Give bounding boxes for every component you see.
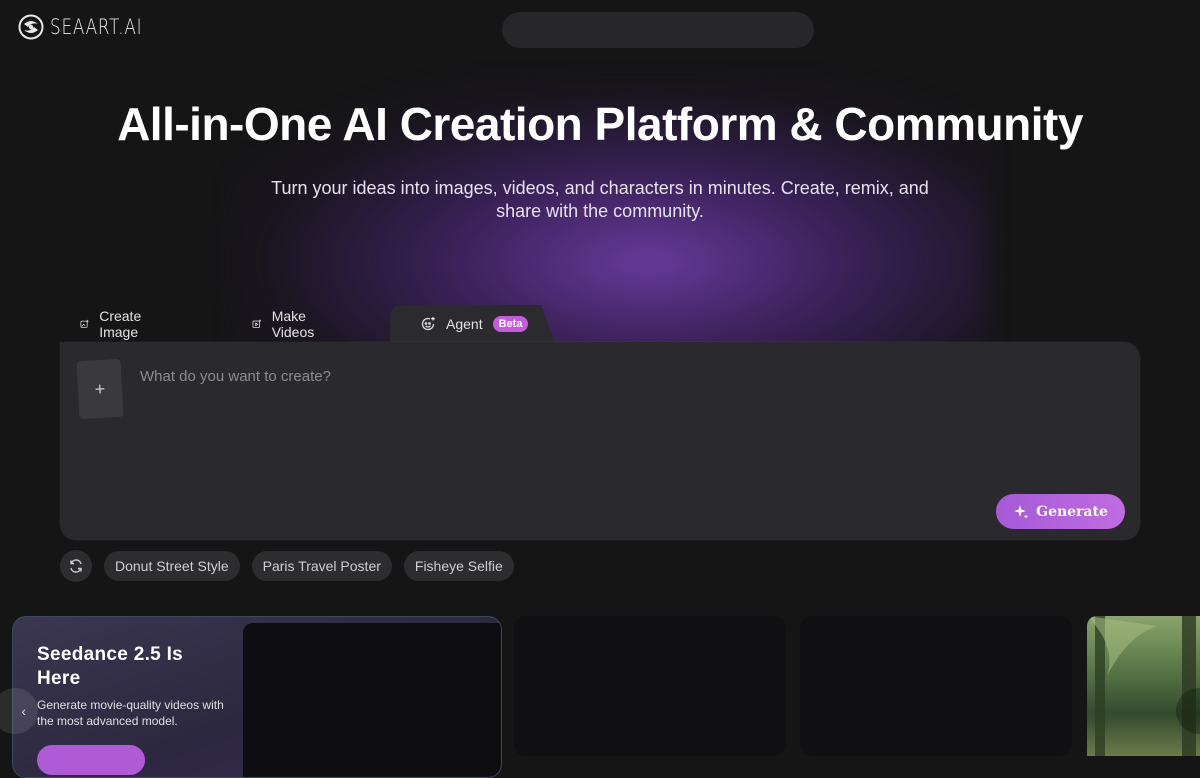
tab-create-image-label: Create Image xyxy=(99,307,142,340)
upload-reference-button[interactable]: + xyxy=(76,358,124,420)
refresh-suggestions-button[interactable] xyxy=(60,550,92,582)
image-plus-icon xyxy=(80,319,89,328)
generate-button[interactable]: Generate xyxy=(996,494,1125,529)
tab-make-videos[interactable]: Make Videos xyxy=(252,305,321,342)
feature-card-media xyxy=(243,623,501,777)
forest-scene-image xyxy=(1087,616,1196,756)
tab-make-videos-label: Make Videos xyxy=(271,307,315,340)
video-plus-icon xyxy=(252,319,262,328)
brand-logo[interactable]: SEAART.AI xyxy=(18,14,166,40)
brand-name: SEAART.AI xyxy=(50,15,143,39)
plus-icon: + xyxy=(94,378,106,399)
feature-card-seedance[interactable]: Seedance 2.5 Is Here Generate movie-qual… xyxy=(12,616,502,778)
showcase-card[interactable] xyxy=(514,616,786,756)
showcase-card[interactable] xyxy=(800,616,1072,756)
showcase-card-image[interactable] xyxy=(1087,616,1200,756)
suggestion-chip[interactable]: Donut Street Style xyxy=(104,551,240,581)
top-search-bar[interactable] xyxy=(502,12,814,48)
tab-agent-label: Agent xyxy=(446,315,483,332)
suggestion-chip[interactable]: Fisheye Selfie xyxy=(403,551,514,581)
hero-title: All-in-One AI Creation Platform & Commun… xyxy=(117,98,1083,150)
refresh-icon xyxy=(70,559,82,573)
chevron-left-icon: ‹ xyxy=(21,703,26,719)
prompt-input[interactable] xyxy=(138,362,942,390)
tab-agent[interactable]: Agent Beta xyxy=(390,305,555,342)
prompt-suggestions: Donut Street Style Paris Travel Poster F… xyxy=(60,550,514,582)
hero-subtitle: Turn your ideas into images, videos, and… xyxy=(271,178,929,221)
tab-create-image[interactable]: Create Image xyxy=(80,305,148,342)
seaart-swirl-logo-icon xyxy=(18,14,44,40)
suggestion-chip[interactable]: Paris Travel Poster xyxy=(251,551,392,581)
beta-badge: Beta xyxy=(492,315,529,332)
feature-card-title: Seedance 2.5 Is Here xyxy=(37,644,184,689)
feature-card-description: Generate movie-quality videos with the m… xyxy=(37,698,224,728)
generate-label: Generate xyxy=(1036,503,1108,520)
sparkle-icon xyxy=(1014,504,1029,519)
agent-icon xyxy=(421,316,435,330)
